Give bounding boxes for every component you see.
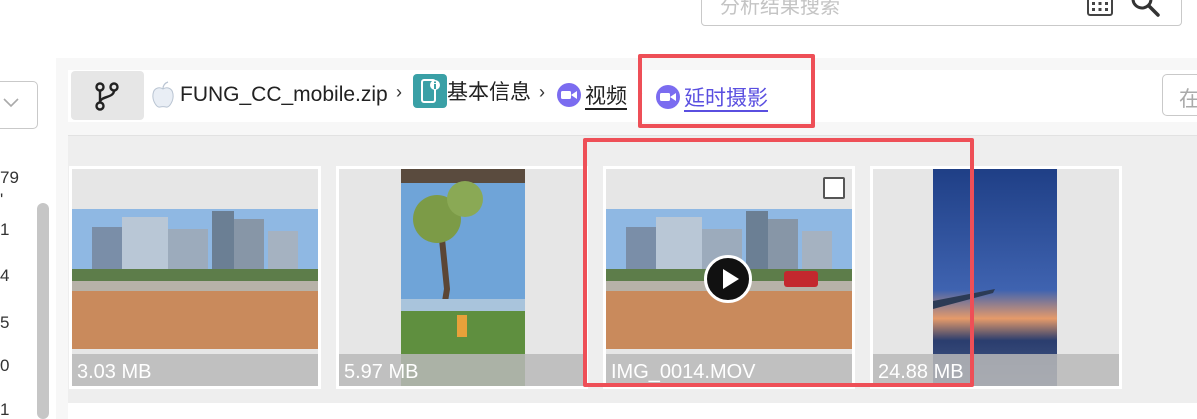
media-card[interactable]: 5.97 MB	[336, 166, 588, 389]
count-item: 5	[0, 313, 10, 332]
video-camera-icon	[656, 85, 680, 109]
breadcrumb-separator: ›	[539, 82, 545, 102]
branch-button[interactable]	[71, 71, 144, 120]
filter-dropdown[interactable]	[0, 81, 38, 129]
media-card[interactable]: IMG_0014.MOV	[603, 166, 855, 389]
play-button[interactable]	[704, 255, 752, 303]
chevron-down-icon	[3, 98, 19, 108]
count-item: 4	[0, 266, 10, 285]
breadcrumb-label-active: 延时摄影	[684, 87, 768, 110]
select-checkbox[interactable]	[823, 177, 845, 199]
apple-icon	[152, 81, 174, 108]
thumbnail-image	[72, 209, 318, 349]
top-bar	[0, 0, 1197, 58]
media-caption: 24.88 MB	[878, 361, 964, 383]
action-button-label: 在	[1179, 88, 1197, 111]
breadcrumb-label: 视频	[585, 85, 627, 108]
media-caption: IMG_0014.MOV	[611, 361, 756, 383]
breadcrumb-item-zip[interactable]: FUNG_CC_mobile.zip	[150, 80, 388, 110]
count-item: 1	[0, 400, 10, 419]
breadcrumb-label: FUNG_CC_mobile.zip	[180, 83, 388, 106]
left-pane: 79 ' 1 4 5 0 1	[0, 58, 56, 419]
search-input[interactable]	[720, 0, 1060, 21]
search-box[interactable]	[701, 0, 1182, 26]
scrollbar[interactable]	[37, 203, 51, 419]
video-camera-icon	[557, 83, 581, 107]
scrollbar-thumb[interactable]	[37, 203, 49, 419]
count-item: 0	[0, 356, 10, 375]
media-card[interactable]: 24.88 MB	[870, 166, 1122, 389]
search-icon[interactable]	[1130, 0, 1160, 17]
count-item: 79	[0, 168, 19, 187]
calculator-icon[interactable]	[1086, 0, 1114, 17]
action-button[interactable]: 在	[1162, 74, 1197, 116]
count-item: 1	[0, 220, 10, 239]
breadcrumb: FUNG_CC_mobile.zip › 基本信息 › 视频 › 延时摄影 在	[68, 70, 1197, 122]
media-caption: 3.03 MB	[77, 361, 152, 383]
play-icon	[723, 269, 739, 289]
media-gallery: 3.03 MB 5.97 MB IMG_0014.MOV 24.88 MB	[68, 135, 1197, 419]
media-card[interactable]: 3.03 MB	[69, 166, 321, 389]
breadcrumb-separator: ›	[396, 82, 402, 102]
device-info-icon	[413, 74, 447, 108]
gallery-footer	[68, 403, 1197, 419]
media-caption: 5.97 MB	[344, 361, 419, 383]
breadcrumb-label: 基本信息	[447, 81, 531, 104]
count-item: '	[0, 190, 4, 209]
breadcrumb-item-video[interactable]: 视频	[557, 80, 627, 110]
breadcrumb-item-timelapse[interactable]: 延时摄影	[656, 82, 768, 112]
breadcrumb-item-info[interactable]: 基本信息	[413, 74, 531, 108]
breadcrumb-separator: ›	[638, 84, 643, 100]
branch-icon	[95, 82, 119, 111]
